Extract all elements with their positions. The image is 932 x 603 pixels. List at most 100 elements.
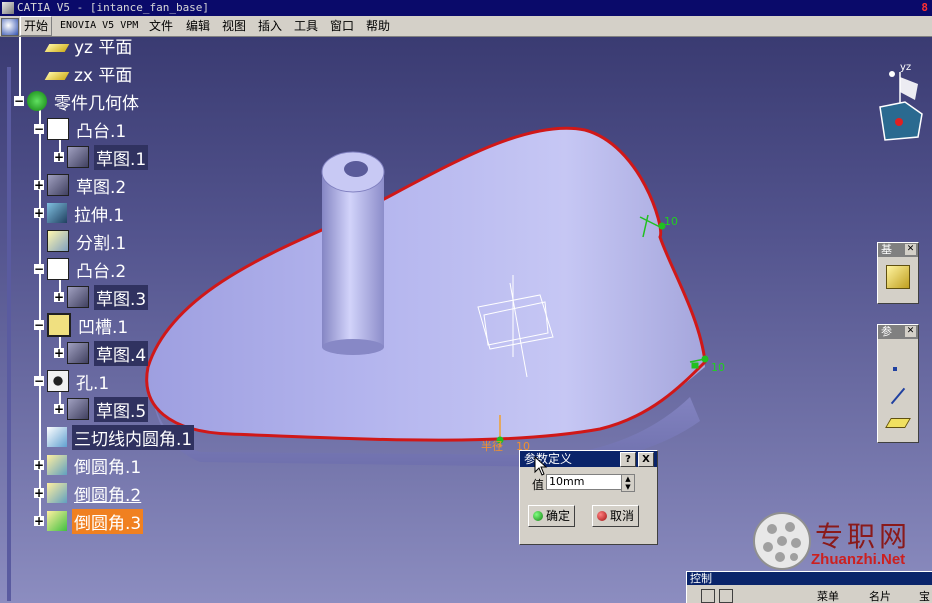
tree-item[interactable]: + 倒圆角.1 [34,453,143,478]
tree-item[interactable]: zx 平面 [34,61,134,86]
tree-item-label: 凸台.1 [76,121,127,142]
expand-icon[interactable]: + [54,151,64,163]
mouse-cursor-icon [534,456,548,476]
cylinder-boss [322,172,384,347]
geometry-viewport[interactable]: 10 10 半径 10 yz 平面 zx 平面 − 零件几何体 − 凸台.1 + 草图.1 + 草… [0,37,932,603]
plane-tool-icon[interactable] [885,418,911,428]
tree-item[interactable]: + 倒圆角.2 [34,481,143,506]
catia-logo-icon[interactable] [1,18,19,36]
base-toolbar-close-icon[interactable]: ✕ [905,244,916,255]
value-spinner[interactable]: ▲ ▼ [621,474,635,492]
collapse-icon[interactable]: − [34,319,44,331]
watermark: 专职网 Zhuanzhi.Net [750,511,930,601]
tree-item[interactable]: + 草图.2 [34,173,128,198]
tree-item-label: 分割.1 [76,233,127,254]
expand-icon[interactable]: + [54,347,64,359]
menu-window[interactable]: 窗口 [327,16,357,36]
tree-item[interactable]: − 零件几何体 [14,89,141,114]
tree-item-label: 零件几何体 [54,93,139,114]
play-icon[interactable] [701,589,715,603]
radius-label-1: 10 [664,215,678,228]
menu-help[interactable]: 帮助 [363,16,393,36]
expand-icon[interactable]: + [34,487,44,499]
tree-item[interactable]: + 拉伸.1 [34,201,126,226]
pad-icon [47,118,69,140]
tree-item-label: zx 平面 [74,65,133,86]
sketch-icon [67,342,89,364]
tree-item[interactable]: + 草图.3 [54,284,149,310]
tree-item-label: 倒圆角.1 [74,457,142,478]
tree-item[interactable]: − 孔.1 [34,369,111,394]
expand-icon[interactable]: + [34,207,44,219]
tree-item[interactable]: − 凹槽.1 [34,313,130,338]
plane-icon [44,72,70,80]
base-toolbar: 基 ✕ [877,242,919,304]
point-tool-icon[interactable] [893,367,897,371]
expand-icon[interactable]: + [34,459,44,471]
part-body-tool-icon[interactable] [886,265,910,289]
close-button[interactable]: X [638,452,654,467]
expand-icon[interactable]: + [34,179,44,191]
tree-item[interactable]: 分割.1 [34,229,128,254]
boss-hole [344,161,368,177]
specification-tree: yz 平面 zx 平面 − 零件几何体 − 凸台.1 + 草图.1 + 草图.2 + 拉伸.1 分割.1… [0,37,240,603]
radius-label-2: 10 [711,361,725,374]
compass-icon[interactable]: yz [870,62,930,142]
tree-item-label: 倒圆角.3 [72,508,144,534]
tree-item-label: 三切线内圆角.1 [72,424,195,450]
ok-icon [533,511,543,521]
help-button[interactable]: ? [620,452,636,467]
tree-item-label: 草图.5 [94,396,149,422]
expand-icon[interactable]: + [34,515,44,527]
expand-icon[interactable]: + [54,291,64,303]
tree-item-label: 拉伸.1 [74,205,125,226]
title-bar: CATIA V5 - [intance_fan_base] 8 [0,0,932,16]
collapse-icon[interactable]: − [34,375,44,387]
tree-item-label: 草图.4 [94,340,149,366]
tree-item-label: 凹槽.1 [78,317,129,338]
fillet-icon [47,455,67,475]
watermark-url: Zhuanzhi.Net [811,551,906,568]
window-title: CATIA V5 - [intance_fan_base] [17,1,210,14]
tree-item[interactable]: − 凸台.2 [34,257,128,282]
ok-button[interactable]: 确定 [528,505,576,527]
sketch-icon [47,174,69,196]
menu-edit[interactable]: 编辑 [183,16,213,36]
collapse-icon[interactable]: − [34,263,44,275]
tree-item[interactable]: + 倒圆角.3 [34,508,144,534]
cancel-button[interactable]: 取消 [592,505,640,527]
value-input[interactable]: 10mm [546,474,622,490]
sketch-icon [67,398,89,420]
line-tool-icon[interactable] [890,387,906,405]
tree-item[interactable]: 三切线内圆角.1 [34,424,195,450]
tree-item[interactable]: + 草图.4 [54,340,149,366]
extrude-icon [47,203,67,223]
tree-item[interactable]: + 草图.1 [54,144,149,170]
menu-file[interactable]: 文件 [146,16,176,36]
menu-view[interactable]: 视图 [219,16,249,36]
reference-toolbar-close-icon[interactable]: ✕ [905,326,916,337]
part-body-icon [27,91,47,111]
fillet-icon [47,483,67,503]
stop-icon[interactable] [719,589,733,603]
catia-app-icon[interactable] [2,2,14,14]
tree-item[interactable]: + 草图.5 [54,396,149,422]
dialog-title: 参数定义 [524,452,573,466]
watermark-logo-icon [753,512,811,570]
menu-enovia[interactable]: ENOVIA V5 VPM [57,16,141,36]
tree-item-label: 倒圆角.2 [74,485,142,506]
expand-icon[interactable]: + [54,403,64,415]
collapse-icon[interactable]: − [14,95,24,107]
menu-insert[interactable]: 插入 [255,16,285,36]
hole-icon [47,370,69,392]
menu-start[interactable]: 开始 [20,16,53,36]
collapse-icon[interactable]: − [34,123,44,135]
tree-item[interactable]: yz 平面 [34,37,134,58]
menu-tools[interactable]: 工具 [291,16,321,36]
cancel-label: 取消 [610,509,635,523]
pad-icon [47,258,69,280]
tree-item[interactable]: − 凸台.1 [34,117,128,142]
base-toolbar-title: 基 [881,243,892,256]
sketch-icon [67,146,89,168]
radius-prefix-label: 半径 [481,439,503,453]
